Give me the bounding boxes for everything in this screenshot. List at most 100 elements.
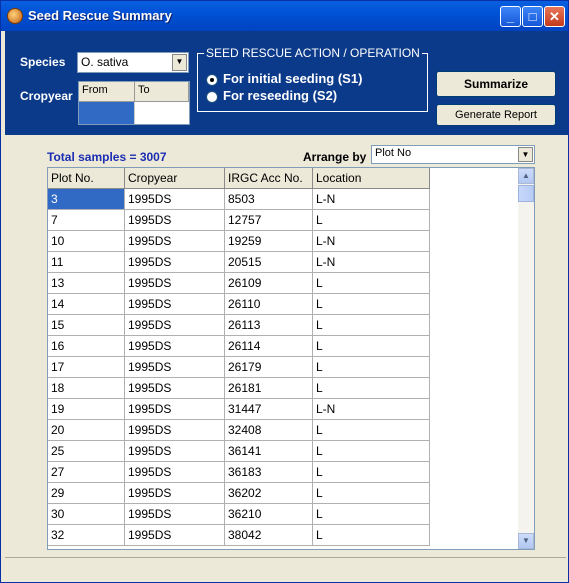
cell-plot-no[interactable]: 29 bbox=[48, 483, 125, 504]
summarize-button[interactable]: Summarize bbox=[436, 71, 556, 97]
cell-plot-no[interactable]: 14 bbox=[48, 294, 125, 315]
cell-location[interactable]: L bbox=[313, 420, 430, 441]
cell-cropyear[interactable]: 1995DS bbox=[125, 441, 225, 462]
cell-location[interactable]: L-N bbox=[313, 231, 430, 252]
cell-plot-no[interactable]: 30 bbox=[48, 504, 125, 525]
radio-initial-seeding-label[interactable]: For initial seeding (S1) bbox=[223, 71, 362, 86]
cell-plot-no[interactable]: 25 bbox=[48, 441, 125, 462]
cell-irgc-acc-no[interactable]: 31447 bbox=[225, 399, 313, 420]
cell-irgc-acc-no[interactable]: 8503 bbox=[225, 189, 313, 210]
table-row[interactable]: 25 1995DS 36141 L bbox=[48, 441, 430, 462]
cell-irgc-acc-no[interactable]: 26181 bbox=[225, 378, 313, 399]
cell-plot-no[interactable]: 18 bbox=[48, 378, 125, 399]
cell-location[interactable]: L bbox=[313, 378, 430, 399]
cell-location[interactable]: L-N bbox=[313, 252, 430, 273]
cell-plot-no[interactable]: 32 bbox=[48, 525, 125, 546]
cell-location[interactable]: L-N bbox=[313, 399, 430, 420]
cell-location[interactable]: L bbox=[313, 273, 430, 294]
cell-plot-no[interactable]: 19 bbox=[48, 399, 125, 420]
cell-cropyear[interactable]: 1995DS bbox=[125, 315, 225, 336]
cell-irgc-acc-no[interactable]: 19259 bbox=[225, 231, 313, 252]
cell-plot-no[interactable]: 3 bbox=[48, 189, 125, 210]
cell-plot-no[interactable]: 17 bbox=[48, 357, 125, 378]
cell-plot-no[interactable]: 10 bbox=[48, 231, 125, 252]
cell-cropyear[interactable]: 1995DS bbox=[125, 189, 225, 210]
cell-cropyear[interactable]: 1995DS bbox=[125, 462, 225, 483]
cell-plot-no[interactable]: 20 bbox=[48, 420, 125, 441]
cell-irgc-acc-no[interactable]: 36202 bbox=[225, 483, 313, 504]
cell-cropyear[interactable]: 1995DS bbox=[125, 399, 225, 420]
table-row[interactable]: 30 1995DS 36210 L bbox=[48, 504, 430, 525]
chevron-down-icon[interactable]: ▼ bbox=[518, 147, 533, 162]
cell-plot-no[interactable]: 27 bbox=[48, 462, 125, 483]
column-header-cropyear[interactable]: Cropyear bbox=[125, 168, 225, 189]
cell-location[interactable]: L bbox=[313, 357, 430, 378]
scroll-down-icon[interactable]: ▼ bbox=[518, 533, 534, 549]
table-row[interactable]: 13 1995DS 26109 L bbox=[48, 273, 430, 294]
table-row[interactable]: 11 1995DS 20515 L-N bbox=[48, 252, 430, 273]
cell-irgc-acc-no[interactable]: 36141 bbox=[225, 441, 313, 462]
cropyear-from-cell[interactable] bbox=[79, 102, 134, 124]
cell-irgc-acc-no[interactable]: 26109 bbox=[225, 273, 313, 294]
cell-irgc-acc-no[interactable]: 26179 bbox=[225, 357, 313, 378]
table-row[interactable]: 14 1995DS 26110 L bbox=[48, 294, 430, 315]
cell-cropyear[interactable]: 1995DS bbox=[125, 357, 225, 378]
cell-location[interactable]: L bbox=[313, 504, 430, 525]
column-header-location[interactable]: Location bbox=[313, 168, 430, 189]
column-header-irgc-acc-no[interactable]: IRGC Acc No. bbox=[225, 168, 313, 189]
cell-location[interactable]: L bbox=[313, 336, 430, 357]
column-header-plot-no[interactable]: Plot No. bbox=[48, 168, 125, 189]
cell-cropyear[interactable]: 1995DS bbox=[125, 336, 225, 357]
cell-location[interactable]: L bbox=[313, 315, 430, 336]
table-row[interactable]: 18 1995DS 26181 L bbox=[48, 378, 430, 399]
cell-location[interactable]: L bbox=[313, 462, 430, 483]
vertical-scrollbar[interactable]: ▲ ▼ bbox=[518, 168, 534, 549]
table-row[interactable]: 32 1995DS 38042 L bbox=[48, 525, 430, 546]
cell-plot-no[interactable]: 15 bbox=[48, 315, 125, 336]
table-row[interactable]: 20 1995DS 32408 L bbox=[48, 420, 430, 441]
cell-plot-no[interactable]: 11 bbox=[48, 252, 125, 273]
table-row[interactable]: 7 1995DS 12757 L bbox=[48, 210, 430, 231]
cell-irgc-acc-no[interactable]: 26114 bbox=[225, 336, 313, 357]
minimize-button[interactable]: _ bbox=[500, 6, 521, 27]
table-row[interactable]: 10 1995DS 19259 L-N bbox=[48, 231, 430, 252]
cell-irgc-acc-no[interactable]: 12757 bbox=[225, 210, 313, 231]
cell-cropyear[interactable]: 1995DS bbox=[125, 420, 225, 441]
cell-plot-no[interactable]: 13 bbox=[48, 273, 125, 294]
cell-plot-no[interactable]: 16 bbox=[48, 336, 125, 357]
cell-location[interactable]: L bbox=[313, 525, 430, 546]
radio-reseeding[interactable] bbox=[206, 91, 218, 103]
cell-irgc-acc-no[interactable]: 32408 bbox=[225, 420, 313, 441]
cell-cropyear[interactable]: 1995DS bbox=[125, 483, 225, 504]
species-select[interactable]: O. sativa ▼ bbox=[77, 52, 189, 73]
scroll-thumb[interactable] bbox=[518, 185, 534, 202]
table-row[interactable]: 17 1995DS 26179 L bbox=[48, 357, 430, 378]
maximize-button[interactable]: □ bbox=[522, 6, 543, 27]
cell-cropyear[interactable]: 1995DS bbox=[125, 231, 225, 252]
cropyear-range-grid[interactable]: From To bbox=[78, 81, 190, 125]
table-row[interactable]: 29 1995DS 36202 L bbox=[48, 483, 430, 504]
radio-reseeding-label[interactable]: For reseeding (S2) bbox=[223, 88, 337, 103]
table-row[interactable]: 15 1995DS 26113 L bbox=[48, 315, 430, 336]
cell-irgc-acc-no[interactable]: 38042 bbox=[225, 525, 313, 546]
samples-table[interactable]: Plot No. Cropyear IRGC Acc No. Location … bbox=[47, 167, 535, 550]
cell-cropyear[interactable]: 1995DS bbox=[125, 378, 225, 399]
cell-cropyear[interactable]: 1995DS bbox=[125, 504, 225, 525]
title-bar[interactable]: Seed Rescue Summary _ □ ✕ bbox=[1, 1, 568, 31]
chevron-down-icon[interactable]: ▼ bbox=[172, 54, 187, 71]
cell-location[interactable]: L-N bbox=[313, 189, 430, 210]
cell-plot-no[interactable]: 7 bbox=[48, 210, 125, 231]
table-row[interactable]: 19 1995DS 31447 L-N bbox=[48, 399, 430, 420]
table-row[interactable]: 27 1995DS 36183 L bbox=[48, 462, 430, 483]
table-row[interactable]: 16 1995DS 26114 L bbox=[48, 336, 430, 357]
scroll-up-icon[interactable]: ▲ bbox=[518, 168, 534, 184]
cell-location[interactable]: L bbox=[313, 483, 430, 504]
cell-irgc-acc-no[interactable]: 20515 bbox=[225, 252, 313, 273]
cell-location[interactable]: L bbox=[313, 294, 430, 315]
cell-location[interactable]: L bbox=[313, 210, 430, 231]
cell-cropyear[interactable]: 1995DS bbox=[125, 210, 225, 231]
cell-cropyear[interactable]: 1995DS bbox=[125, 252, 225, 273]
cell-cropyear[interactable]: 1995DS bbox=[125, 273, 225, 294]
arrange-by-select[interactable]: Plot No ▼ bbox=[371, 145, 535, 164]
close-button[interactable]: ✕ bbox=[544, 6, 565, 27]
